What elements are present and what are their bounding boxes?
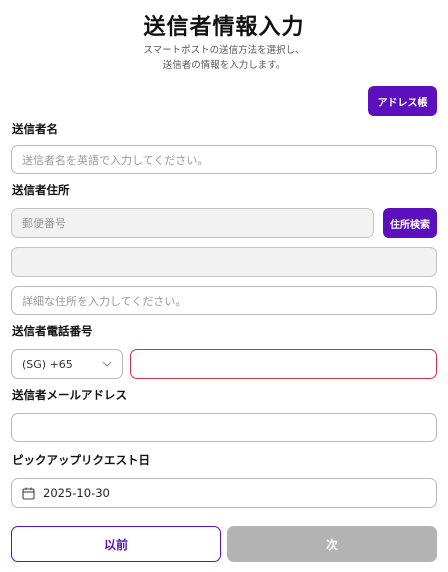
sender-name-label: 送信者名	[12, 122, 58, 136]
sender-name-input[interactable]: 送信者名を英語で入力してください。	[11, 145, 437, 174]
calendar-icon	[22, 487, 35, 500]
page-title: 送信者情報入力	[143, 15, 305, 40]
sender-phone-label: 送信者電話番号	[12, 324, 93, 338]
address-search-button[interactable]: 住所検索	[383, 208, 437, 238]
pickup-date-input[interactable]: 2025-10-30	[11, 478, 437, 508]
sender-email-label: 送信者メールアドレス	[12, 388, 127, 402]
country-code-value: (SG) +65	[22, 357, 73, 371]
next-button[interactable]: 次	[227, 526, 437, 562]
page-subtitle: スマートポストの送信方法を選択し、 送信者の情報を入力します。	[0, 43, 448, 73]
country-code-select[interactable]: (SG) +65	[11, 349, 123, 379]
postal-code-placeholder: 郵便番号	[22, 217, 66, 230]
sender-name-placeholder: 送信者名を英語で入力してください。	[22, 153, 209, 167]
address-detail-placeholder: 詳細な住所を入力してください。	[22, 294, 187, 308]
sender-email-input[interactable]	[11, 413, 437, 442]
address-detail-input[interactable]: 詳細な住所を入力してください。	[11, 286, 437, 315]
address-input	[11, 247, 437, 277]
subtitle-line-1: スマートポストの送信方法を選択し、	[143, 45, 305, 56]
pickup-date-value: 2025-10-30	[43, 486, 110, 500]
sender-address-label: 送信者住所	[12, 183, 70, 197]
postal-code-input[interactable]: 郵便番号	[11, 208, 374, 238]
address-book-button[interactable]: アドレス帳	[368, 86, 437, 116]
phone-number-input[interactable]	[130, 349, 437, 379]
previous-button[interactable]: 以前	[11, 526, 221, 562]
pickup-date-label: ピックアップリクエスト日	[12, 453, 150, 467]
chevron-down-icon	[102, 359, 112, 369]
subtitle-line-2: 送信者の情報を入力します。	[162, 60, 286, 71]
